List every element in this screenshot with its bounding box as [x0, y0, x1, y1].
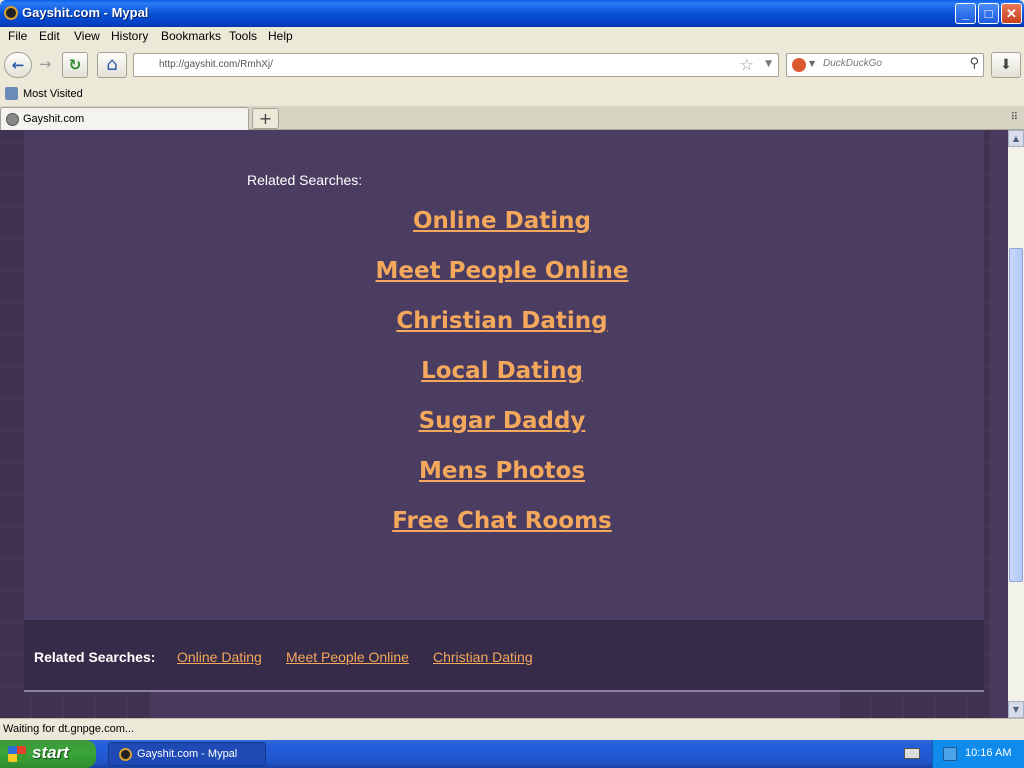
- footer-label: Related Searches:: [34, 649, 156, 665]
- scrollbar-thumb[interactable]: [1009, 248, 1023, 582]
- search-input[interactable]: [823, 58, 963, 69]
- minimize-button[interactable]: _: [955, 3, 976, 24]
- menu-history[interactable]: History: [111, 29, 148, 43]
- search-bar[interactable]: ▼ ⚲: [786, 53, 984, 77]
- tab-list-icon[interactable]: ⠿: [1011, 112, 1018, 123]
- taskbar: start Gayshit.com - Mypal 10:16 AM: [0, 740, 1024, 768]
- footer-related-searches: Related Searches: Online Dating Meet Peo…: [24, 620, 984, 692]
- duckduckgo-icon[interactable]: [792, 58, 806, 72]
- menu-view[interactable]: View: [74, 29, 100, 43]
- url-bar[interactable]: http://gayshit.com/RmhXj/ ☆ ▼: [133, 53, 779, 77]
- footer-link-meet-people-online[interactable]: Meet People Online: [286, 649, 409, 665]
- link-online-dating[interactable]: Online Dating: [0, 208, 1004, 234]
- link-mens-photos[interactable]: Mens Photos: [0, 458, 1004, 484]
- link-sugar-daddy[interactable]: Sugar Daddy: [0, 408, 1004, 434]
- back-button[interactable]: ←: [4, 52, 32, 78]
- link-christian-dating[interactable]: Christian Dating: [0, 308, 1004, 334]
- navigation-toolbar: ← → ↻ ⌂ http://gayshit.com/RmhXj/ ☆ ▼ ▼ …: [0, 47, 1024, 83]
- menu-file[interactable]: File: [8, 29, 27, 43]
- scroll-up-arrow-icon[interactable]: ▲: [1008, 130, 1024, 147]
- menu-tools[interactable]: Tools: [229, 29, 257, 43]
- windows-logo-icon: [8, 746, 26, 762]
- url-text[interactable]: http://gayshit.com/RmhXj/: [159, 59, 273, 70]
- status-bar: Waiting for dt.gnpge.com...: [0, 718, 1024, 740]
- bookmark-most-visited[interactable]: Most Visited: [23, 88, 83, 100]
- search-icon[interactable]: ⚲: [969, 56, 979, 71]
- footer-link-online-dating[interactable]: Online Dating: [177, 649, 262, 665]
- clock[interactable]: 10:16 AM: [965, 747, 1011, 759]
- globe-icon: [6, 113, 19, 126]
- related-searches-heading: Related Searches:: [247, 172, 363, 188]
- status-text: Waiting for dt.gnpge.com...: [3, 723, 135, 735]
- taskbar-item-mypal[interactable]: Gayshit.com - Mypal: [108, 742, 266, 766]
- tab-strip: Gayshit.com + ⠿: [0, 106, 1024, 130]
- most-visited-icon: [5, 87, 18, 100]
- window-title: Gayshit.com - Mypal: [22, 5, 149, 20]
- browser-window: Gayshit.com - Mypal _ □ ✕ File Edit View…: [0, 0, 1024, 740]
- keyboard-icon[interactable]: [904, 748, 920, 759]
- tab-label: Gayshit.com: [23, 113, 85, 125]
- start-button[interactable]: start: [0, 740, 96, 768]
- network-icon[interactable]: [943, 747, 957, 761]
- title-bar[interactable]: Gayshit.com - Mypal _ □ ✕: [0, 0, 1024, 27]
- home-button[interactable]: ⌂: [97, 52, 127, 78]
- footer-link-christian-dating[interactable]: Christian Dating: [433, 649, 533, 665]
- menu-bookmarks[interactable]: Bookmarks: [161, 29, 221, 43]
- page-content: Related Searches: Online Dating Meet Peo…: [0, 130, 1008, 718]
- bookmark-star-icon[interactable]: ☆: [740, 55, 754, 74]
- forward-button[interactable]: →: [33, 52, 57, 78]
- maximize-button[interactable]: □: [978, 3, 999, 24]
- link-free-chat-rooms[interactable]: Free Chat Rooms: [0, 508, 1004, 534]
- scroll-down-arrow-icon[interactable]: ▼: [1008, 701, 1024, 718]
- menu-edit[interactable]: Edit: [39, 29, 60, 43]
- bookmarks-toolbar: Most Visited: [0, 83, 1024, 106]
- close-button[interactable]: ✕: [1001, 3, 1022, 24]
- reload-button[interactable]: ↻: [62, 52, 88, 78]
- url-history-dropdown-icon[interactable]: ▼: [765, 59, 772, 69]
- vertical-scrollbar[interactable]: ▲ ▼: [1008, 130, 1024, 718]
- start-label: start: [32, 743, 69, 762]
- downloads-button[interactable]: ⬇: [991, 52, 1021, 78]
- link-meet-people-online[interactable]: Meet People Online: [0, 258, 1004, 284]
- mypal-taskbar-icon: [119, 748, 132, 761]
- mypal-app-icon: [4, 6, 18, 20]
- search-engine-dropdown-icon[interactable]: ▼: [809, 59, 815, 68]
- link-local-dating[interactable]: Local Dating: [0, 358, 1004, 384]
- menu-bar: File Edit View History Bookmarks Tools H…: [0, 27, 1024, 47]
- tab-gayshit[interactable]: Gayshit.com: [0, 107, 249, 130]
- system-tray: 10:16 AM: [932, 740, 1024, 768]
- new-tab-button[interactable]: +: [252, 108, 279, 129]
- taskbar-item-label: Gayshit.com - Mypal: [137, 748, 238, 760]
- menu-help[interactable]: Help: [268, 29, 293, 43]
